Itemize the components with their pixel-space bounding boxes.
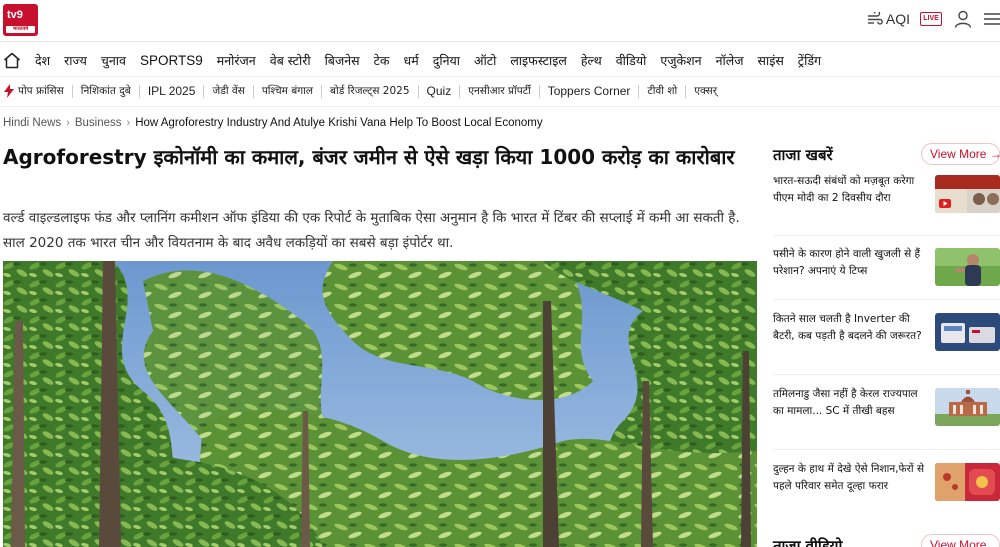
nav-item-trending[interactable]: ट्रेंडिंग bbox=[798, 52, 821, 69]
news-item[interactable]: दुल्हन के हाथ में देखे ऐसे निशान,फेरों स… bbox=[773, 461, 1000, 527]
topic-pope-francis[interactable]: पोप फ्रांसिस bbox=[18, 84, 73, 98]
hamburger-menu-icon[interactable] bbox=[984, 12, 1000, 26]
news-divider bbox=[773, 374, 1000, 375]
topic-exer[interactable]: एक्सर् bbox=[686, 85, 725, 98]
nav-item-education[interactable]: एजुकेशन bbox=[660, 52, 701, 69]
nav-item-business[interactable]: बिजनेस bbox=[325, 52, 360, 69]
topics-divider bbox=[0, 106, 1000, 107]
breadcrumb-current: How Agroforestry Industry And Atulye Kri… bbox=[135, 117, 543, 129]
topic-ipl-2025[interactable]: IPL 2025 bbox=[140, 84, 205, 98]
topic-board-results[interactable]: बोर्ड रिजल्ट्स 2025 bbox=[322, 84, 419, 98]
view-more-button[interactable]: View More → bbox=[921, 143, 1000, 165]
nav-item-video[interactable]: वीडियो bbox=[616, 52, 647, 69]
news-item[interactable]: कितने साल चलती है Inverter की बैटरी, कब … bbox=[773, 311, 1000, 377]
header-actions: AQI LIVE bbox=[867, 0, 1000, 38]
news-item-title[interactable]: पसीने के कारण होने वाली खुजली से हैं परे… bbox=[773, 246, 929, 280]
nav-item-dharm[interactable]: धर्म bbox=[404, 52, 419, 69]
latest-videos-title: ताज़ा वीडियो bbox=[773, 537, 843, 547]
nav-divider bbox=[0, 76, 1000, 77]
topic-ncr-property[interactable]: एनसीआर प्रॉपर्टी bbox=[460, 84, 540, 98]
news-divider bbox=[773, 449, 1000, 450]
news-item[interactable]: पसीने के कारण होने वाली खुजली से हैं परे… bbox=[773, 246, 1000, 312]
view-more-videos-button[interactable]: View More → bbox=[921, 534, 1000, 547]
nav-item-sports9[interactable]: SPORTS9 bbox=[140, 53, 203, 68]
topic-jd-vance[interactable]: जेडी वेंस bbox=[204, 84, 254, 98]
aqi-label: AQI bbox=[885, 11, 910, 27]
aqi-button[interactable]: AQI bbox=[867, 11, 910, 27]
lightning-bolt-icon bbox=[4, 84, 14, 98]
health-thumb-image bbox=[935, 248, 1000, 286]
tree-canopy-image bbox=[3, 261, 757, 547]
news-item[interactable]: तमिलनाडु जैसा नहीं है केरल राज्यपाल का म… bbox=[773, 386, 1000, 452]
breadcrumb-home[interactable]: Hindi News bbox=[3, 117, 61, 129]
nav-item-web-story[interactable]: वेब स्टोरी bbox=[270, 52, 311, 69]
news-divider bbox=[773, 235, 1000, 236]
nav-item-tech[interactable]: टेक bbox=[374, 52, 390, 69]
breadcrumb: Hindi News › Business › How Agroforestry… bbox=[3, 117, 543, 129]
live-tv-button[interactable]: LIVE bbox=[920, 12, 942, 26]
nav-item-manoranjan[interactable]: मनोरंजन bbox=[217, 52, 256, 69]
logo-subtitle: भारतवर्ष bbox=[6, 26, 35, 33]
wind-icon bbox=[867, 12, 883, 25]
nav-item-desh[interactable]: देश bbox=[35, 52, 50, 69]
wedding-thumb-image bbox=[935, 463, 1000, 501]
latest-news-title: ताजा खबरें bbox=[773, 146, 833, 164]
news-thumbnail[interactable] bbox=[935, 313, 1000, 351]
nav-item-health[interactable]: हेल्थ bbox=[581, 52, 602, 69]
trending-topics-bar: पोप फ्रांसिस निशिकांत दुबे IPL 2025 जेडी… bbox=[0, 80, 1000, 102]
user-icon[interactable] bbox=[954, 10, 972, 28]
tv9-logo[interactable]: tv9 भारतवर्ष bbox=[3, 4, 38, 36]
logo-text: tv9 bbox=[7, 9, 23, 21]
news-item[interactable]: भारत-सऊदी संबंधों को मज़बूत करेगा पीएम म… bbox=[773, 173, 1000, 239]
nav-item-chunav[interactable]: चुनाव bbox=[101, 52, 126, 69]
nav-item-science[interactable]: साइंस bbox=[758, 52, 784, 69]
nav-item-duniya[interactable]: दुनिया bbox=[433, 52, 460, 69]
news-thumbnail[interactable] bbox=[935, 175, 1000, 213]
article-headline: Agroforestry इकोनॉमी का कमाल, बंजर जमीन … bbox=[3, 145, 735, 169]
video-thumb-image bbox=[935, 175, 1000, 213]
topic-nishikant-dubey[interactable]: निशिकांत दुबे bbox=[73, 84, 140, 98]
nav-item-lifestyle[interactable]: लाइफस्टाइल bbox=[510, 52, 567, 69]
news-thumbnail[interactable] bbox=[935, 248, 1000, 286]
nav-item-auto[interactable]: ऑटो bbox=[474, 52, 496, 69]
nav-item-rajya[interactable]: राज्य bbox=[64, 52, 87, 69]
site-header: tv9 भारतवर्ष AQI LIVE bbox=[0, 0, 1000, 42]
primary-nav: देश राज्य चुनाव SPORTS9 मनोरंजन वेब स्टो… bbox=[0, 46, 1000, 74]
nav-item-knowledge[interactable]: नॉलेज bbox=[716, 52, 744, 69]
news-item-title[interactable]: दुल्हन के हाथ में देखे ऐसे निशान,फेरों स… bbox=[773, 461, 929, 495]
topic-quiz[interactable]: Quiz bbox=[419, 84, 461, 98]
article-hero-image bbox=[3, 261, 757, 547]
news-item-title[interactable]: तमिलनाडु जैसा नहीं है केरल राज्यपाल का म… bbox=[773, 386, 929, 420]
article-summary: वर्ल्ड वाइल्डलाइफ फंड और प्लानिंग कमीशन … bbox=[3, 210, 740, 251]
news-thumbnail[interactable] bbox=[935, 388, 1000, 426]
topic-tv-show[interactable]: टीवी शो bbox=[639, 84, 687, 98]
chevron-right-icon: › bbox=[66, 117, 70, 129]
topic-west-bengal[interactable]: पश्चिम बंगाल bbox=[254, 84, 323, 98]
news-item-title[interactable]: कितने साल चलती है Inverter की बैटरी, कब … bbox=[773, 311, 929, 345]
topic-toppers-corner[interactable]: Toppers Corner bbox=[540, 84, 640, 98]
news-divider bbox=[773, 299, 1000, 300]
inverter-thumb-image bbox=[935, 313, 1000, 351]
home-icon[interactable] bbox=[3, 52, 21, 69]
breadcrumb-section[interactable]: Business bbox=[75, 117, 122, 129]
chevron-right-icon: › bbox=[126, 117, 131, 129]
news-thumbnail[interactable] bbox=[935, 463, 1000, 501]
news-item-title[interactable]: भारत-सऊदी संबंधों को मज़बूत करेगा पीएम म… bbox=[773, 173, 929, 207]
court-thumb-image bbox=[935, 388, 1000, 426]
